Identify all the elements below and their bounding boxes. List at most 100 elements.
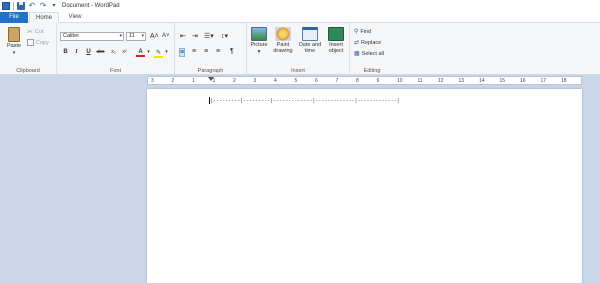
- copy-button[interactable]: Copy: [27, 39, 49, 46]
- editing-group-label: Editing: [363, 68, 381, 74]
- ruler-tick: 8: [356, 78, 359, 84]
- find-button[interactable]: ⚲ Find: [354, 28, 371, 36]
- ruler-tick: 9: [376, 78, 380, 84]
- picture-button[interactable]: Picture ▾: [248, 27, 270, 55]
- replace-icon: ⇄: [354, 40, 360, 46]
- insert-group: Picture ▾ Paint drawing Date and time In…: [247, 23, 350, 75]
- ruler-tick: 6: [315, 78, 318, 84]
- ruler-tick: 18: [561, 78, 567, 84]
- select-all-label: Select all: [361, 50, 384, 57]
- decrease-indent-icon[interactable]: ⇤: [180, 32, 186, 40]
- date-time-label: Date and time: [298, 42, 322, 54]
- paint-drawing-button[interactable]: Paint drawing: [272, 27, 294, 54]
- paint-drawing-icon: [275, 27, 291, 41]
- insert-object-icon: [328, 27, 344, 41]
- cut-icon: ✂: [27, 29, 33, 36]
- ruler-tick: 1: [212, 78, 216, 84]
- wordpad-app-icon[interactable]: [2, 2, 10, 10]
- clipboard-group-label: Clipboard: [16, 68, 40, 74]
- editing-group: ⚲ Find ⇄ Replace ▦ Select all Editing: [350, 23, 394, 75]
- save-icon[interactable]: [17, 2, 25, 10]
- cut-label: Cut: [34, 29, 44, 35]
- ribbon-tabs: File Home View: [0, 12, 600, 23]
- ribbon: Paste ▾ ✂ Cut Copy Clipboard Calibri ▾ 1…: [0, 23, 600, 75]
- insert-object-button[interactable]: Insert object: [325, 27, 347, 54]
- chevron-down-icon[interactable]: ▾: [144, 49, 153, 55]
- ruler-tick: 1: [192, 78, 195, 84]
- binoculars-icon: ⚲: [354, 29, 359, 35]
- font-group: Calibri ▾ 11 ▾ A˄ A˅ B I U abc x₂ x² A ▾…: [57, 23, 175, 75]
- ruler-tick: 4: [274, 78, 277, 84]
- paste-label: Paste: [6, 43, 22, 49]
- align-right-icon[interactable]: ≡: [204, 48, 208, 55]
- ruler-tick: 2: [233, 78, 236, 84]
- underline-icon[interactable]: U: [84, 49, 93, 55]
- tab-file[interactable]: File: [0, 12, 28, 23]
- calendar-icon: [302, 27, 318, 41]
- document-page[interactable]: |---------|---------|-------------|-----…: [147, 89, 582, 283]
- picture-icon: [251, 27, 267, 41]
- tab-view[interactable]: View: [62, 12, 88, 23]
- grow-font-icon[interactable]: A˄: [150, 33, 159, 40]
- paste-button[interactable]: Paste ▾: [4, 27, 24, 56]
- shrink-font-icon[interactable]: A˅: [162, 33, 170, 39]
- ruler-tick: 11: [417, 78, 423, 84]
- insert-object-label: Insert object: [328, 42, 344, 54]
- list-icon[interactable]: ☰▾: [204, 32, 214, 40]
- ruler-tick: 10: [397, 78, 403, 84]
- select-all-icon: ▦: [354, 51, 360, 57]
- title-bar: ↶ ↷ ▾ Document - WordPad: [0, 0, 600, 12]
- document-text: |---------|---------|-------------|-----…: [210, 98, 400, 104]
- paragraph-group: ⇤ ⇥ ☰▾ ↕▾ ≡ ≡ ≡ ≡ ¶ Paragraph: [175, 23, 247, 75]
- paint-drawing-label: Paint drawing: [273, 42, 293, 54]
- undo-icon[interactable]: ↶: [28, 2, 36, 10]
- ruler-bar: 3 2 1 1 2 3 4 5 6 7 8 9 10 11 12 13 14 15 16 17 18: [0, 76, 600, 86]
- tab-home[interactable]: Home: [29, 12, 59, 23]
- date-time-button[interactable]: Date and time: [297, 27, 323, 54]
- select-all-button[interactable]: ▦ Select all: [354, 50, 384, 58]
- ruler-tick: 14: [479, 78, 485, 84]
- chevron-down-icon: ▾: [12, 50, 16, 56]
- font-family-select[interactable]: Calibri ▾: [60, 32, 124, 41]
- separator: [13, 2, 14, 10]
- replace-button[interactable]: ⇄ Replace: [354, 39, 381, 47]
- ruler-tick: 12: [438, 78, 444, 84]
- paragraph-group-label: Paragraph: [197, 68, 224, 74]
- italic-icon[interactable]: I: [72, 49, 81, 55]
- bold-icon[interactable]: B: [61, 49, 70, 55]
- subscript-icon[interactable]: x₂: [109, 49, 118, 55]
- superscript-icon[interactable]: x²: [120, 49, 129, 55]
- ruler-tick: 3: [151, 78, 154, 84]
- picture-label: Picture: [250, 42, 268, 48]
- ruler-tick: 16: [520, 78, 526, 84]
- ruler-tick: 17: [540, 78, 547, 84]
- align-center-icon[interactable]: ≡: [192, 48, 196, 55]
- ruler[interactable]: 3 2 1 1 2 3 4 5 6 7 8 9 10 11 12 13 14 15 16 17 18: [147, 76, 582, 85]
- strikethrough-icon[interactable]: abc: [96, 49, 105, 55]
- justify-icon[interactable]: ≡: [216, 48, 220, 55]
- insert-group-label: Insert: [291, 68, 305, 74]
- copy-icon: [27, 39, 34, 46]
- window-title: Document - WordPad: [62, 3, 120, 9]
- ruler-tick: 7: [335, 78, 339, 84]
- chevron-down-icon[interactable]: ▾: [162, 49, 171, 55]
- chevron-down-icon: ▾: [119, 33, 122, 39]
- ruler-tick: 15: [499, 78, 506, 84]
- line-spacing-icon[interactable]: ↕▾: [221, 32, 228, 40]
- font-size-select[interactable]: 11 ▾: [126, 32, 146, 41]
- ruler-tick: 3: [253, 78, 257, 84]
- copy-label: Copy: [36, 39, 49, 46]
- clipboard-group: Paste ▾ ✂ Cut Copy Clipboard: [0, 23, 57, 75]
- font-group-label: Font: [109, 68, 121, 74]
- quick-access-toolbar: ↶ ↷ ▾: [0, 2, 58, 10]
- increase-indent-icon[interactable]: ⇥: [192, 32, 198, 40]
- ruler-tick: 2: [171, 78, 175, 84]
- align-left-icon[interactable]: ≡: [179, 48, 186, 57]
- cut-button[interactable]: ✂ Cut: [27, 28, 43, 36]
- ruler-tick: 13: [458, 78, 465, 84]
- paragraph-settings-icon[interactable]: ¶: [230, 48, 234, 55]
- chevron-down-icon: ▾: [257, 49, 261, 55]
- customize-qat-icon[interactable]: ▾: [50, 2, 58, 10]
- font-family-value: Calibri: [63, 33, 79, 39]
- redo-icon[interactable]: ↷: [39, 2, 47, 10]
